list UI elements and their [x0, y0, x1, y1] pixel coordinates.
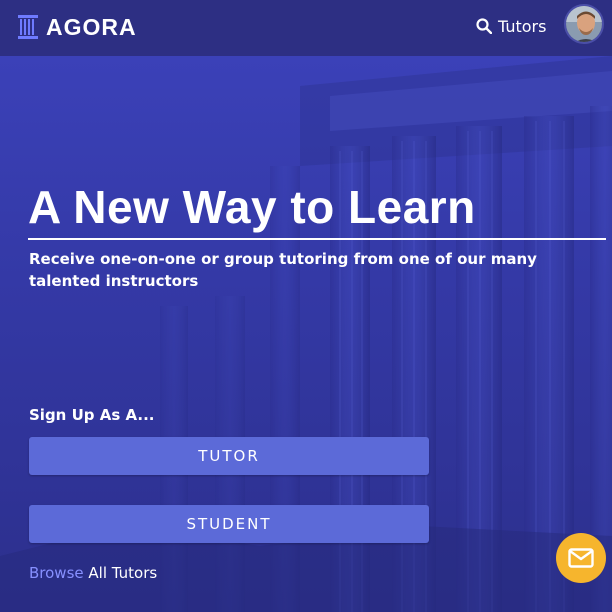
hero-divider	[28, 238, 606, 240]
browse-tutors: Browse All Tutors	[29, 564, 157, 582]
user-avatar[interactable]	[564, 4, 604, 44]
search-icon	[476, 18, 492, 34]
mail-icon	[568, 548, 594, 568]
nav-tutors-label: Tutors	[498, 16, 547, 36]
signup-tutor-button[interactable]: TUTOR	[29, 437, 429, 475]
brand-name: AGORA	[46, 13, 137, 40]
avatar-photo	[566, 6, 602, 42]
hero-subtitle: Receive one-on-one or group tutoring fro…	[29, 250, 537, 290]
signup-heading: Sign Up As A...	[29, 406, 155, 424]
browse-link[interactable]: Browse	[29, 564, 84, 582]
column-icon	[18, 15, 38, 39]
signup-student-button[interactable]: STUDENT	[29, 505, 429, 543]
hero-section: A New Way to Learn Receive one-on-one or…	[0, 56, 612, 612]
hero-title: A New Way to Learn	[28, 181, 476, 233]
nav-tutors-link[interactable]: Tutors	[476, 14, 546, 38]
brand-logo[interactable]: AGORA	[18, 12, 137, 42]
contact-mail-button[interactable]	[556, 533, 606, 583]
top-navbar: AGORA Tutors	[0, 0, 612, 56]
browse-rest-text: All Tutors	[88, 564, 158, 582]
